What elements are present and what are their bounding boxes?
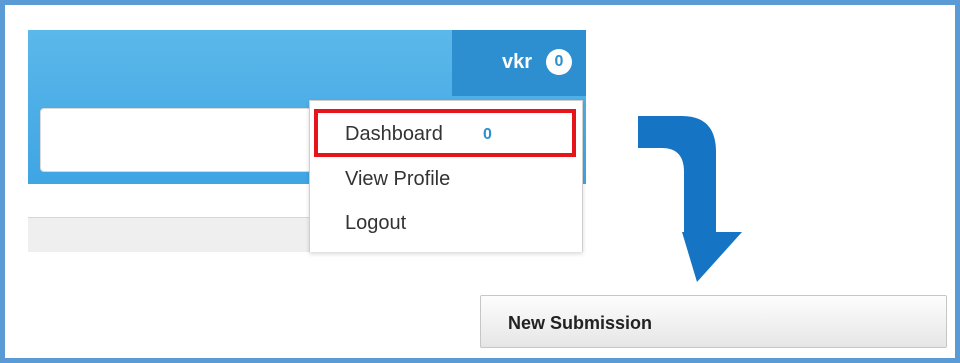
user-name: vkr xyxy=(502,51,533,73)
menu-item-logout[interactable]: Logout xyxy=(345,210,406,236)
search-box[interactable] xyxy=(40,108,322,172)
notification-badge: 0 xyxy=(546,49,572,75)
curved-arrow-down-icon xyxy=(638,116,742,282)
sub-navigation-bar xyxy=(28,217,338,252)
new-submission-button[interactable]: New Submission xyxy=(480,295,947,348)
new-submission-label: New Submission xyxy=(508,313,653,333)
user-menu-toggle[interactable]: vkr 0 xyxy=(452,30,586,96)
menu-item-view-profile[interactable]: View Profile xyxy=(345,166,450,192)
dashboard-highlight-box xyxy=(314,109,576,157)
